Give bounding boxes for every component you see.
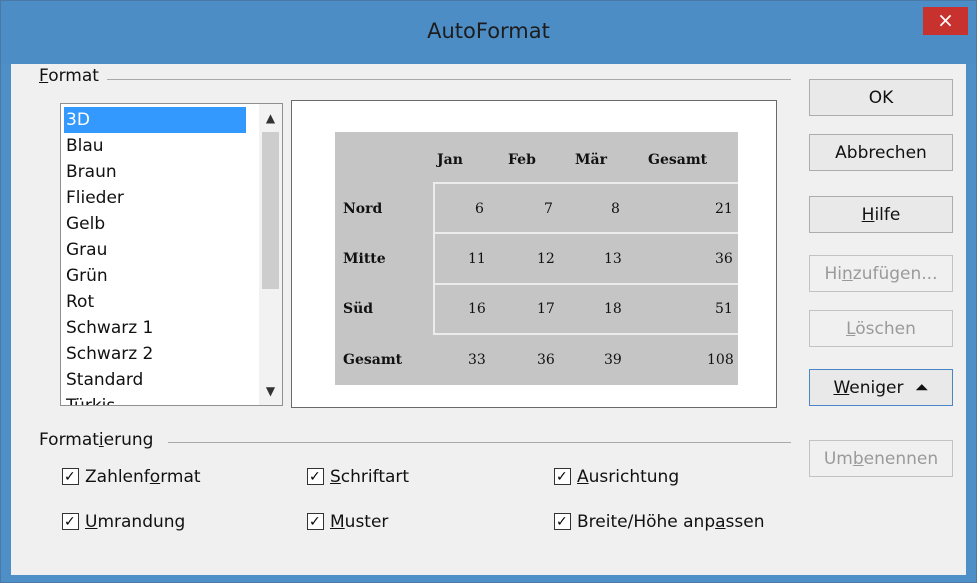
scroll-down-icon[interactable]: ▼ xyxy=(259,379,282,403)
preview-cell: 11 xyxy=(468,251,486,267)
preview-col-header: Jan xyxy=(437,152,463,168)
format-group-label: Format xyxy=(39,66,105,86)
list-item[interactable]: Schwarz 2 xyxy=(64,341,246,367)
preview-cell: 108 xyxy=(707,352,734,368)
list-scrollbar[interactable]: ▲ ▼ xyxy=(259,104,282,405)
preview-row-label: Gesamt xyxy=(343,352,403,368)
preview-row-label: Süd xyxy=(343,301,374,317)
fewer-button[interactable]: Weniger ⏶ xyxy=(809,369,953,406)
help-button[interactable]: Hilfe xyxy=(809,196,953,233)
pattern-label: Muster xyxy=(330,512,389,532)
preview-col-header: Feb xyxy=(508,152,536,168)
preview-cell: 7 xyxy=(544,201,553,217)
preview-row-label: Mitte xyxy=(343,251,386,267)
close-icon[interactable]: × xyxy=(923,7,968,35)
title-bar[interactable]: AutoFormat × xyxy=(1,1,976,64)
check-icon xyxy=(554,510,571,534)
list-item[interactable]: Gelb xyxy=(64,211,246,237)
dialog-body: Format 3D Blau Braun Flieder Gelb Grau G… xyxy=(11,64,966,575)
format-preview: Jan Feb Mär Gesamt Nord 6 7 8 21 Mitte 1… xyxy=(291,100,777,408)
preview-cell: 51 xyxy=(715,301,733,317)
preview-table: Jan Feb Mär Gesamt Nord 6 7 8 21 Mitte 1… xyxy=(335,132,738,385)
number-format-label: Zahlenformat xyxy=(85,467,201,487)
list-item[interactable]: Standard xyxy=(64,367,246,393)
autofit-label: Breite/Höhe anpassen xyxy=(577,512,765,532)
collapse-up-icon: ⏶ xyxy=(914,378,929,398)
preview-row-label: Nord xyxy=(343,201,383,217)
check-icon xyxy=(62,465,79,489)
list-item[interactable]: Grau xyxy=(64,237,246,263)
cancel-button[interactable]: Abbrechen xyxy=(809,134,953,171)
autofit-checkbox[interactable]: Breite/Höhe anpassen xyxy=(554,510,765,534)
autoformat-dialog: AutoFormat × Format 3D Blau Braun Fliede… xyxy=(0,0,977,583)
add-button[interactable]: Hinzufügen... xyxy=(809,255,953,292)
font-label: Schriftart xyxy=(330,467,410,487)
format-list[interactable]: 3D Blau Braun Flieder Gelb Grau Grün Rot… xyxy=(60,103,283,406)
preview-cell: 36 xyxy=(537,352,555,368)
preview-cell: 8 xyxy=(611,201,620,217)
preview-divider xyxy=(433,182,738,184)
list-item[interactable]: 3D xyxy=(64,107,246,133)
scroll-up-icon[interactable]: ▲ xyxy=(259,106,282,130)
fewer-label: Weniger xyxy=(833,378,904,398)
preview-col-header: Gesamt xyxy=(648,152,708,168)
preview-col-header: Mär xyxy=(575,152,607,168)
preview-cell: 6 xyxy=(475,201,484,217)
format-group-rule xyxy=(107,79,791,80)
preview-cell: 21 xyxy=(715,201,733,217)
alignment-label: Ausrichtung xyxy=(577,467,680,487)
list-item[interactable]: Flieder xyxy=(64,185,246,211)
preview-cell: 13 xyxy=(604,251,622,267)
list-item[interactable]: Rot xyxy=(64,289,246,315)
check-icon xyxy=(554,465,571,489)
list-item[interactable]: Blau xyxy=(64,133,246,159)
preview-cell: 39 xyxy=(604,352,622,368)
borders-label: Umrandung xyxy=(85,512,186,532)
preview-divider xyxy=(433,232,738,234)
number-format-checkbox[interactable]: Zahlenformat xyxy=(62,465,201,489)
window-title: AutoFormat xyxy=(427,19,550,43)
preview-cell: 18 xyxy=(604,301,622,317)
preview-cell: 12 xyxy=(537,251,555,267)
borders-checkbox[interactable]: Umrandung xyxy=(62,510,185,534)
alignment-checkbox[interactable]: Ausrichtung xyxy=(554,465,679,489)
preview-divider xyxy=(433,182,435,335)
preview-cell: 33 xyxy=(468,352,486,368)
delete-button[interactable]: Löschen xyxy=(809,310,953,347)
list-item[interactable]: Schwarz 1 xyxy=(64,315,246,341)
formatting-group-label: Formatierung xyxy=(39,430,160,450)
preview-cell: 36 xyxy=(715,251,733,267)
font-checkbox[interactable]: Schriftart xyxy=(307,465,409,489)
formatting-group-rule xyxy=(168,442,791,443)
preview-cell: 16 xyxy=(468,301,486,317)
list-item[interactable]: Grün xyxy=(64,263,246,289)
check-icon xyxy=(307,510,324,534)
list-item[interactable]: Braun xyxy=(64,159,246,185)
rename-button[interactable]: Umbenennen xyxy=(809,440,953,477)
ok-button[interactable]: OK xyxy=(809,79,953,116)
preview-divider xyxy=(433,283,738,285)
pattern-checkbox[interactable]: Muster xyxy=(307,510,388,534)
check-icon xyxy=(62,510,79,534)
check-icon xyxy=(307,465,324,489)
scroll-thumb[interactable] xyxy=(262,132,279,289)
preview-divider xyxy=(433,333,738,335)
list-item[interactable]: Türkis xyxy=(64,393,246,405)
preview-cell: 17 xyxy=(537,301,555,317)
